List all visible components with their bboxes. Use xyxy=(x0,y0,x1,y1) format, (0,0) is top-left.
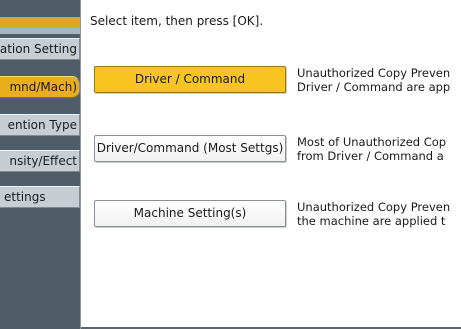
option-description: Unauthorized Copy Preven Driver / Comman… xyxy=(297,66,461,94)
main-panel: Select item, then press [OK]. Driver / C… xyxy=(80,0,461,329)
description-line: from Driver / Command a xyxy=(297,149,444,163)
sidebar-item-command-machine[interactable]: mnd/Mach) xyxy=(0,76,80,98)
driver-command-button[interactable]: Driver / Command xyxy=(94,66,286,93)
description-line: the machine are applied t xyxy=(297,214,446,228)
sidebar-item-label: ention Type xyxy=(7,118,77,132)
left-sidebar: ation Setting mnd/Mach) ention Type nsit… xyxy=(0,0,80,329)
description-line: Driver / Command are app xyxy=(297,80,451,94)
sidebar-item-label: ettings xyxy=(4,190,46,204)
sidebar-item-activation-setting[interactable]: ation Setting xyxy=(0,38,80,60)
option-description: Unauthorized Copy Preven the machine are… xyxy=(297,200,461,228)
sidebar-item-density-effect[interactable]: nsity/Effect xyxy=(0,150,80,172)
description-line: Most of Unauthorized Cop xyxy=(297,135,447,149)
sidebar-item-label: mnd/Mach) xyxy=(9,80,77,94)
sidebar-divider xyxy=(0,28,80,34)
sidebar-item-label: nsity/Effect xyxy=(9,154,77,168)
option-description: Most of Unauthorized Cop from Driver / C… xyxy=(297,135,461,163)
sidebar-item-settings[interactable]: ettings xyxy=(0,186,80,208)
machine-settings-button[interactable]: Machine Setting(s) xyxy=(94,200,286,227)
description-line: Unauthorized Copy Preven xyxy=(297,200,451,214)
driver-command-most-settings-button[interactable]: Driver/Command (Most Settgs) xyxy=(94,135,286,162)
instruction-text: Select item, then press [OK]. xyxy=(90,14,264,28)
sidebar-item-label: ation Setting xyxy=(0,42,77,56)
sidebar-item-prevention-type[interactable]: ention Type xyxy=(0,114,80,136)
sidebar-accent-strip xyxy=(0,17,80,28)
description-line: Unauthorized Copy Preven xyxy=(297,66,451,80)
